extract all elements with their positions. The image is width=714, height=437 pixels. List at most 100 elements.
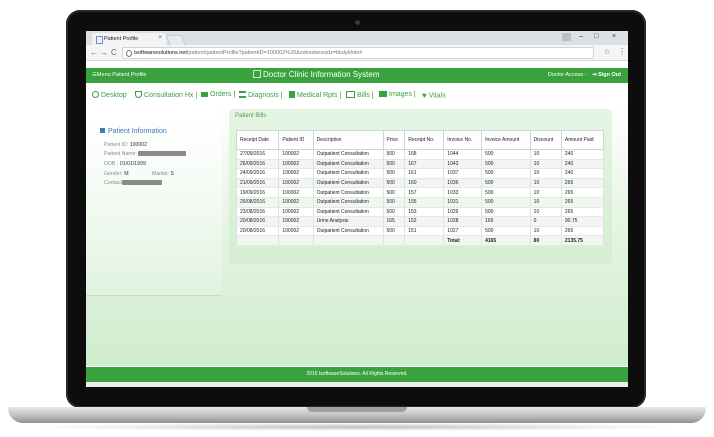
gender-label: Gender:: [104, 171, 123, 177]
toolbar-separator: |: [413, 91, 416, 98]
bills-body: 27/09/2016 100002 Outpatient Consultation 5…: [235, 149, 605, 246]
header-account: Doctor Access - ⇥ Sign Out: [548, 72, 621, 78]
table-cell: 500: [481, 149, 531, 160]
table-cell: 500: [382, 168, 406, 179]
toolbar-medical-rpts[interactable]: Medical Rpts |: [289, 91, 341, 99]
toolbar-consultation[interactable]: Consultation Hx |: [135, 91, 197, 99]
clinic-logo-icon: [253, 70, 261, 78]
table-cell: 1029: [443, 207, 483, 218]
stethoscope-icon: [135, 91, 142, 98]
patient-toolbar: Desktop Consultation Hx | Orders | Diagn…: [86, 87, 628, 105]
browser-tab[interactable]: Patient Profile ×: [92, 33, 166, 45]
patient-info-panel: Patient Information Patient ID: 100002 P…: [86, 110, 222, 296]
toolbar-bills[interactable]: Bills |: [346, 91, 374, 99]
toolbar-separator: |: [233, 91, 236, 98]
table-cell: 10: [529, 187, 562, 198]
signout-link[interactable]: ⇥ Sign Out: [592, 72, 621, 78]
table-cell: 27/09/2016: [235, 149, 280, 160]
patient-id-value: 100002: [129, 142, 147, 148]
bills-table: Receipt Date Patient ID Description Pric…: [235, 130, 605, 246]
table-cell: 152: [404, 216, 445, 227]
menu-toggle[interactable]: ☰Menu Patient Profile: [92, 72, 146, 78]
back-button[interactable]: ←: [90, 48, 98, 57]
table-cell: 10: [529, 149, 562, 160]
table-cell: 20/08/2016: [235, 226, 280, 237]
toolbar-vitals[interactable]: ♥ Vitals: [422, 91, 446, 100]
table-row: 19/09/2016 100002 Outpatient Consultation 5…: [235, 187, 605, 198]
app-header: ☰Menu Patient Profile Doctor Clinic Info…: [86, 68, 628, 83]
table-cell: 265: [560, 197, 605, 208]
toolbar-images[interactable]: Images |: [379, 91, 416, 98]
table-cell: 0: [529, 216, 562, 227]
toolbar-orders[interactable]: Orders |: [201, 91, 235, 98]
col-price: Price: [382, 130, 406, 150]
tab-close-icon[interactable]: ×: [158, 35, 162, 41]
table-cell: 160: [404, 178, 445, 189]
app-title-text: Doctor Clinic Information System: [263, 70, 380, 79]
browser-menu-icon[interactable]: ⋮: [618, 47, 626, 56]
circle-arrow-icon: [92, 91, 99, 98]
table-cell: 10: [529, 197, 562, 208]
table-cell: 500: [382, 197, 406, 208]
toolbar-label: Vitals: [428, 92, 446, 100]
laptop-base-notch: [307, 407, 407, 412]
table-cell: 1037: [443, 168, 483, 179]
redacted-contact: [121, 180, 162, 185]
bookmark-star-icon[interactable]: ☆: [604, 48, 610, 56]
footer-strip: [86, 382, 628, 387]
table-cell: 21/09/2016: [235, 178, 280, 189]
col-invoice-amount: Invoice Amount: [481, 130, 531, 150]
table-cell: 168: [404, 149, 445, 160]
redacted-name: [138, 151, 187, 156]
table-row: 27/09/2016 100002 Outpatient Consultation 5…: [235, 149, 605, 160]
table-cell: 1036: [443, 178, 483, 189]
table-cell: 165: [382, 216, 406, 227]
table-cell: Outpatient Consultation: [312, 207, 384, 218]
table-cell: 100002: [278, 216, 314, 227]
signout-icon: ⇥: [591, 72, 597, 78]
toolbar-separator: |: [371, 92, 374, 99]
table-cell: 500: [382, 178, 406, 189]
dob-label: DOB -: [104, 161, 119, 167]
contact-row: Contact: [104, 180, 162, 186]
table-cell: 10: [529, 178, 562, 189]
minimize-button[interactable]: –: [579, 33, 583, 40]
maximize-button[interactable]: □: [594, 33, 598, 40]
marital-label: Marital:: [152, 171, 170, 177]
reload-button[interactable]: C: [111, 48, 117, 57]
calendar-icon: [100, 128, 105, 133]
table-cell: Outpatient Consultation: [312, 159, 384, 170]
table-row: 26/09/2016 100002 Outpatient Consultation 5…: [235, 159, 605, 170]
forward-button[interactable]: →: [100, 48, 108, 57]
app-title: Doctor Clinic Information System: [253, 70, 379, 79]
table-cell: Outpatient Consultation: [312, 187, 384, 198]
toolbar-desktop[interactable]: Desktop: [92, 91, 127, 99]
patient-id-row: Patient ID: 100002: [104, 142, 147, 148]
main-content: Patient Information Patient ID: 100002 P…: [86, 105, 628, 366]
col-amount-paid: Amount Paid: [560, 130, 605, 150]
table-cell: 24/09/2016: [235, 168, 280, 179]
screen: Patient Profile × – □ × ← → C isoftwares…: [86, 31, 628, 387]
info-icon: [126, 50, 132, 57]
table-cell: 500: [481, 197, 531, 208]
url-input[interactable]: isoftwaresolutions.net/patient/patientPr…: [122, 47, 594, 59]
dob-value: 01/01/1999: [119, 161, 146, 167]
table-cell: 500: [481, 159, 531, 170]
table-cell: 100002: [278, 159, 314, 170]
profile-icon[interactable]: [562, 33, 571, 41]
table-cell: 153: [404, 207, 445, 218]
col-invoice-no: Invoice No.: [443, 130, 483, 150]
laptop-shadow: [30, 423, 684, 431]
toolbar-label: Orders: [210, 91, 232, 98]
table-row: 23/08/2016 100002 Outpatient Consultation 5…: [235, 207, 605, 218]
list-icon: [239, 91, 246, 98]
image-icon: [379, 91, 387, 97]
empty-cell: [278, 235, 314, 246]
close-window-button[interactable]: ×: [612, 33, 616, 40]
url-path: /patient/patientProfile?patientID=100002…: [186, 50, 363, 56]
table-cell: 10: [529, 226, 562, 237]
empty-cell: [382, 235, 406, 246]
toolbar-diagnosis[interactable]: Diagnosis |: [239, 91, 283, 99]
col-patient-id: Patient ID: [278, 130, 314, 150]
table-cell: 1044: [443, 149, 483, 160]
